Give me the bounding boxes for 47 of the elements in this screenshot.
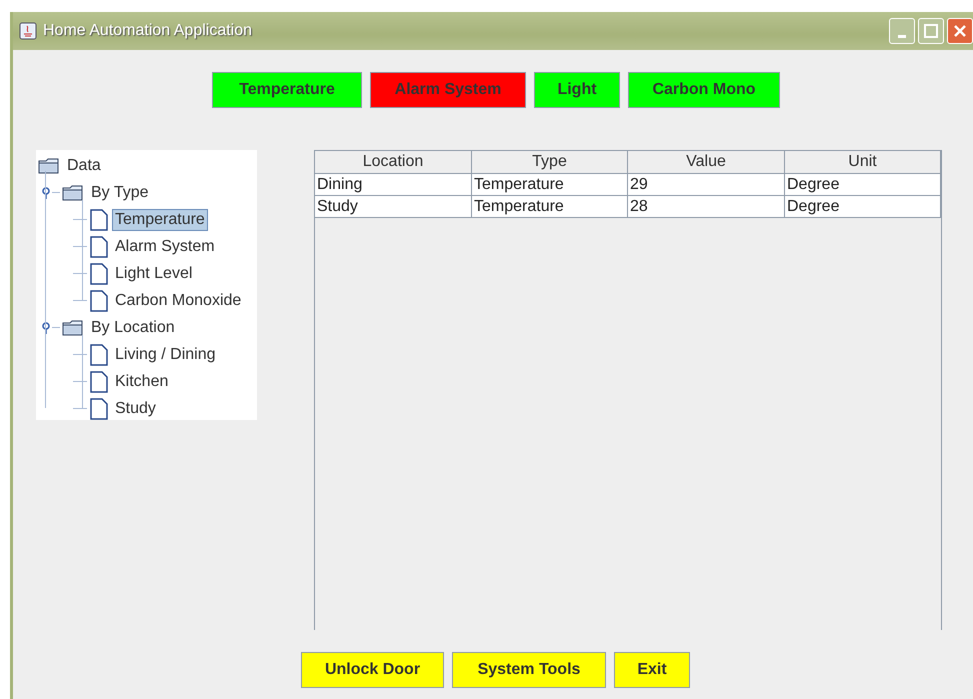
document-icon xyxy=(90,208,108,230)
tree-item[interactable]: By Location xyxy=(88,316,178,338)
table-cell: Degree xyxy=(785,174,941,196)
document-icon xyxy=(90,344,108,366)
action-button[interactable]: Unlock Door xyxy=(301,652,444,688)
tree-item[interactable]: Temperature xyxy=(112,208,208,230)
folder-icon xyxy=(62,320,84,336)
expand-handle-icon[interactable] xyxy=(40,322,52,334)
tree-item[interactable]: Living / Dining xyxy=(112,344,218,366)
tree-item[interactable]: Study xyxy=(112,398,159,420)
table-cell: 28 xyxy=(628,196,785,218)
sensor-button[interactable]: Carbon Mono xyxy=(628,72,780,108)
table-cell: Study xyxy=(315,196,472,218)
table-cell: Dining xyxy=(315,174,472,196)
tree-item[interactable]: Data xyxy=(64,154,104,176)
table-cell: Temperature xyxy=(472,174,628,196)
tree-item[interactable]: Kitchen xyxy=(112,370,172,392)
maximize-icon xyxy=(924,24,938,38)
app-icon xyxy=(19,22,37,40)
document-icon xyxy=(90,290,108,312)
action-button[interactable]: Exit xyxy=(614,652,690,688)
document-icon xyxy=(90,236,108,258)
sensor-button[interactable]: Temperature xyxy=(212,72,362,108)
sensor-button[interactable]: Light xyxy=(534,72,620,108)
folder-icon xyxy=(38,158,60,174)
maximize-button[interactable] xyxy=(918,18,944,44)
tree-item[interactable]: Light Level xyxy=(112,262,196,284)
folder-icon xyxy=(62,184,84,200)
tree-item[interactable]: By Type xyxy=(88,182,152,204)
expand-handle-icon[interactable] xyxy=(40,186,52,198)
document-icon xyxy=(90,370,108,392)
close-icon xyxy=(953,24,967,38)
table-cell: 29 xyxy=(628,174,785,196)
window-title: Home Automation Application xyxy=(43,22,254,40)
column-header[interactable]: Unit xyxy=(785,151,941,174)
document-icon xyxy=(90,262,108,284)
column-header[interactable]: Location xyxy=(315,151,472,174)
column-header[interactable]: Type xyxy=(472,151,628,174)
minimize-icon xyxy=(898,34,906,38)
tree-item[interactable]: Carbon Monoxide xyxy=(112,290,244,312)
tree-item[interactable]: Alarm System xyxy=(112,236,218,258)
close-button[interactable] xyxy=(947,18,973,44)
action-button[interactable]: System Tools xyxy=(452,652,606,688)
minimize-button[interactable] xyxy=(889,18,915,44)
table-cell: Temperature xyxy=(472,196,628,218)
column-header[interactable]: Value xyxy=(628,151,785,174)
table-cell: Degree xyxy=(785,196,941,218)
